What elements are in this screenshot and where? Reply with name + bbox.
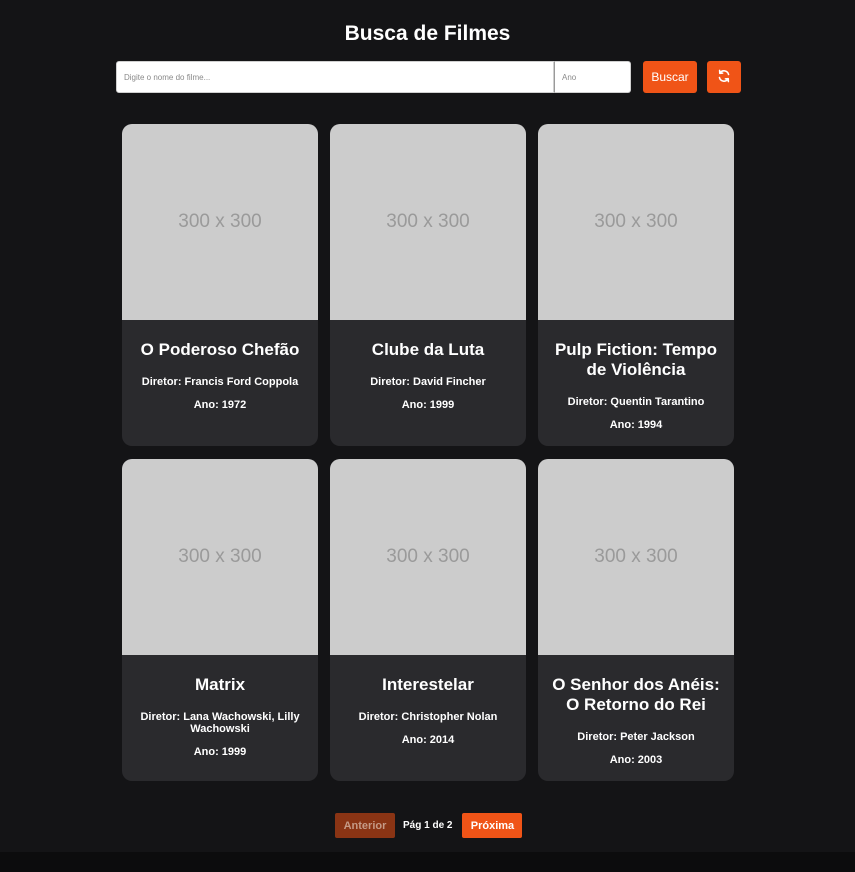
movie-card[interactable]: 300 x 300 O Poderoso Chefão Diretor: Fra… xyxy=(122,124,318,446)
poster-placeholder: 300 x 300 xyxy=(538,124,734,320)
movie-year: Ano: 1994 xyxy=(609,419,663,431)
movie-title: O Poderoso Chefão xyxy=(140,340,300,359)
movie-director: Diretor: Lana Wachowski, Lilly Wachowski xyxy=(140,711,300,735)
movie-title: Interestelar xyxy=(382,675,474,694)
movie-director: Diretor: Francis Ford Coppola xyxy=(141,376,299,388)
movie-director: Diretor: Peter Jackson xyxy=(577,731,695,743)
movie-year: Ano: 1999 xyxy=(193,746,247,758)
movie-director: Diretor: Christopher Nolan xyxy=(358,711,498,723)
movie-card[interactable]: 300 x 300 Matrix Diretor: Lana Wachowski… xyxy=(122,459,318,781)
movie-title: Matrix xyxy=(194,675,246,694)
pagination: Anterior Pág 1 de 2 Próxima xyxy=(335,813,523,838)
footer-strip xyxy=(0,852,855,872)
poster-placeholder: 300 x 300 xyxy=(122,124,318,320)
movie-card[interactable]: 300 x 300 Clube da Luta Diretor: David F… xyxy=(330,124,526,446)
movie-year: Ano: 1999 xyxy=(401,399,455,411)
movie-title: O Senhor dos Anéis: O Retorno do Rei xyxy=(552,675,720,714)
poster-placeholder: 300 x 300 xyxy=(330,124,526,320)
movie-card[interactable]: 300 x 300 Pulp Fiction: Tempo de Violênc… xyxy=(538,124,734,446)
movie-card[interactable]: 300 x 300 Interestelar Diretor: Christop… xyxy=(330,459,526,781)
movie-year: Ano: 2003 xyxy=(609,754,663,766)
page: Busca de Filmes Buscar 300 x 300 O Poder… xyxy=(0,0,855,872)
movie-director: Diretor: David Fincher xyxy=(370,376,486,388)
refresh-icon xyxy=(717,69,731,86)
refresh-button[interactable] xyxy=(707,61,741,93)
search-input[interactable] xyxy=(116,61,554,93)
movie-grid: 300 x 300 O Poderoso Chefão Diretor: Fra… xyxy=(122,124,734,781)
search-bar: Buscar xyxy=(116,61,741,93)
movie-card[interactable]: 300 x 300 O Senhor dos Anéis: O Retorno … xyxy=(538,459,734,781)
poster-placeholder: 300 x 300 xyxy=(538,459,734,655)
poster-placeholder: 300 x 300 xyxy=(330,459,526,655)
next-page-button[interactable]: Próxima xyxy=(462,813,523,838)
movie-director: Diretor: Quentin Tarantino xyxy=(567,396,705,408)
page-indicator: Pág 1 de 2 xyxy=(403,820,453,831)
year-input[interactable] xyxy=(554,61,631,93)
previous-page-button[interactable]: Anterior xyxy=(335,813,395,838)
page-title: Busca de Filmes xyxy=(344,22,511,45)
movie-year: Ano: 1972 xyxy=(193,399,247,411)
movie-year: Ano: 2014 xyxy=(401,734,455,746)
movie-title: Clube da Luta xyxy=(371,340,485,359)
movie-title: Pulp Fiction: Tempo de Violência xyxy=(554,340,718,379)
search-button[interactable]: Buscar xyxy=(643,61,697,93)
poster-placeholder: 300 x 300 xyxy=(122,459,318,655)
